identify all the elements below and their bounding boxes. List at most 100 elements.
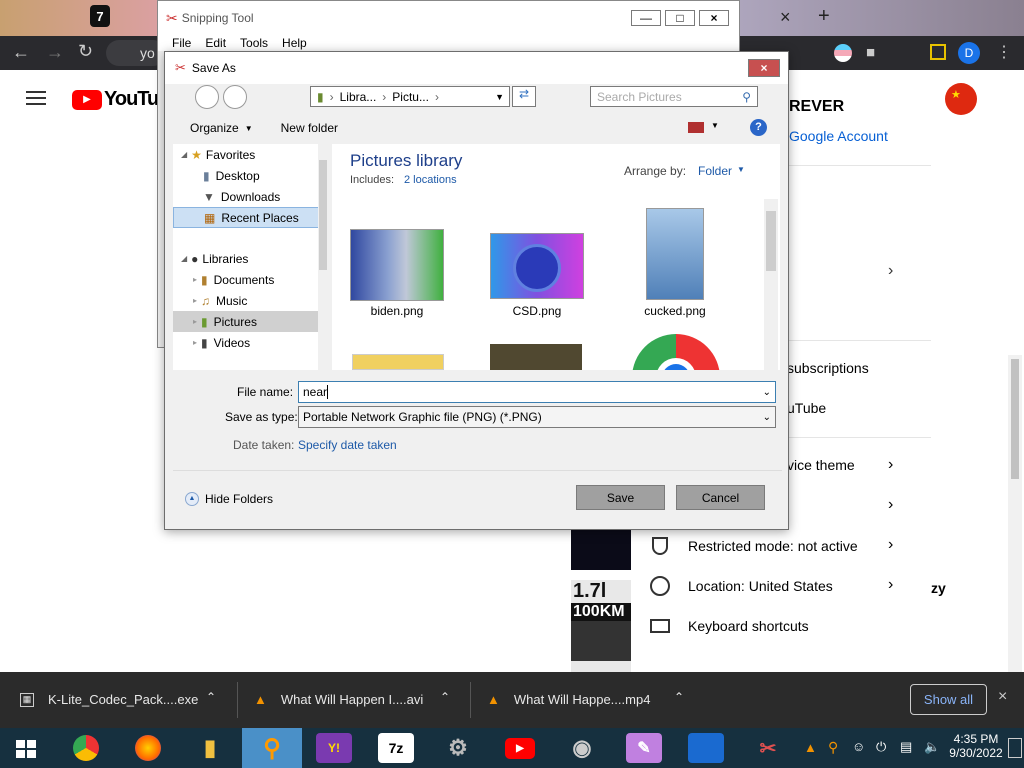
nav-scrollbar[interactable] <box>318 144 328 370</box>
user-avatar[interactable]: ★ <box>945 83 977 115</box>
forward-arrow-icon[interactable]: → <box>46 42 64 63</box>
menu-file[interactable]: File <box>172 36 191 50</box>
clock[interactable]: 4:35 PM 9/30/2022 <box>948 732 1004 760</box>
extensions-puzzle-icon[interactable]: ■ <box>866 44 875 61</box>
snipping-tool-icon[interactable]: ✂ <box>750 733 786 763</box>
video-thumbnail[interactable] <box>571 530 631 570</box>
new-folder-button[interactable]: New folder <box>281 121 338 135</box>
search-taskbar-icon[interactable]: ⚲ <box>242 728 302 768</box>
arrange-by-dropdown[interactable]: Folder <box>698 164 732 178</box>
menu-edit[interactable]: Edit <box>205 36 226 50</box>
volume-icon[interactable]: 🔈 <box>924 739 940 755</box>
extension-flag-icon[interactable] <box>834 44 852 62</box>
file-thumbnail[interactable] <box>352 354 444 370</box>
menu-item-keyboard-shortcuts[interactable]: Keyboard shortcuts <box>688 618 809 634</box>
file-thumbnail-biden[interactable] <box>350 229 444 301</box>
chevron-down-icon[interactable]: ▼ <box>737 165 745 174</box>
breadcrumb-pictures[interactable]: Pictu... <box>392 90 429 104</box>
reload-icon[interactable]: ↻ <box>78 41 93 62</box>
save-type-select[interactable]: Portable Network Graphic file (PNG) (*.P… <box>298 406 776 428</box>
date-taken-link[interactable]: Specify date taken <box>298 438 397 452</box>
menu-tools[interactable]: Tools <box>240 36 268 50</box>
file-name-cucked[interactable]: cucked.png <box>628 304 722 318</box>
file-explorer-icon[interactable]: ▮ <box>192 733 228 763</box>
yahoo-messenger-icon[interactable]: Y! <box>316 733 352 763</box>
menu-item-device-theme[interactable]: vice theme <box>787 457 855 473</box>
forward-button-icon[interactable] <box>223 85 247 109</box>
view-options-icon[interactable] <box>688 122 704 133</box>
windows-start-icon[interactable] <box>16 740 36 758</box>
chevron-right-icon[interactable]: › <box>888 456 893 474</box>
page-scrollbar[interactable] <box>1008 355 1022 675</box>
nav-item-documents[interactable]: ▸ ▮ Documents <box>173 269 327 290</box>
chrome-logo-thumbnail[interactable] <box>632 334 720 370</box>
chevron-up-icon[interactable]: ⌃ <box>674 690 684 704</box>
chevron-right-icon[interactable]: › <box>888 536 893 554</box>
nav-item-downloads[interactable]: ▼ Downloads <box>173 186 327 207</box>
tab-favicon-7[interactable]: 7 <box>90 5 110 27</box>
firefox-taskbar-icon[interactable] <box>130 733 166 763</box>
favorites-header[interactable]: ◢ ★ Favorites <box>173 144 327 165</box>
tab-close-icon[interactable]: × <box>780 7 791 28</box>
menu-item-subscriptions[interactable]: subscriptions <box>787 360 869 376</box>
back-arrow-icon[interactable]: ← <box>12 42 30 63</box>
refresh-icon[interactable]: ⇄ <box>512 86 536 107</box>
video-thumbnail[interactable]: 1.7l 100KM <box>571 580 631 672</box>
phone-app-icon[interactable] <box>688 733 724 763</box>
organize-menu[interactable]: Organize <box>190 121 239 135</box>
network-tray-icon[interactable]: ▤ <box>900 739 912 755</box>
show-all-button[interactable]: Show all <box>910 684 987 715</box>
chrome-taskbar-icon[interactable] <box>68 733 104 763</box>
chevron-right-icon[interactable]: › <box>888 576 893 594</box>
file-thumbnail[interactable] <box>490 344 582 370</box>
google-account-link[interactable]: Google Account <box>789 128 888 144</box>
help-icon[interactable]: ? <box>750 119 767 136</box>
file-name-csd[interactable]: CSD.png <box>490 304 584 318</box>
view-dropdown-icon[interactable]: ▼ <box>711 121 719 130</box>
chevron-right-icon[interactable]: › <box>888 496 893 514</box>
side-panel-icon[interactable] <box>930 44 946 60</box>
youtube-taskbar-icon[interactable]: ▶ <box>502 733 538 763</box>
maximize-button[interactable]: □ <box>665 10 695 26</box>
breadcrumb-libraries[interactable]: Libra... <box>340 90 377 104</box>
file-view-scrollbar[interactable] <box>764 199 778 370</box>
file-thumbnail-cucked[interactable] <box>646 208 704 300</box>
menu-item-youtube[interactable]: uTube <box>787 400 826 416</box>
close-button[interactable]: × <box>699 10 729 26</box>
chevron-down-icon[interactable]: ⌄ <box>763 387 771 398</box>
minimize-button[interactable]: — <box>631 10 661 26</box>
libraries-header[interactable]: ◢ ● Libraries <box>173 248 327 269</box>
nav-back-forward[interactable] <box>195 83 255 109</box>
dialog-close-button[interactable]: × <box>748 59 780 77</box>
cancel-button[interactable]: Cancel <box>676 485 765 510</box>
nav-item-videos[interactable]: ▸ ▮ Videos <box>173 332 327 353</box>
power-tray-icon[interactable]: ⏻ <box>876 739 886 755</box>
close-downloads-icon[interactable]: × <box>998 688 1007 706</box>
menu-help[interactable]: Help <box>282 36 307 50</box>
nav-item-recent-places[interactable]: ▦ Recent Places <box>173 207 327 228</box>
menu-item-restricted-mode[interactable]: Restricted mode: not active <box>688 538 858 554</box>
file-thumbnail-csd[interactable] <box>490 233 584 299</box>
chevron-right-icon[interactable]: › <box>888 262 893 280</box>
nav-item-music[interactable]: ▸ ♫ Music <box>173 290 327 311</box>
7zip-icon[interactable]: 7z <box>378 733 414 763</box>
back-button-icon[interactable] <box>195 85 219 109</box>
hide-folders-button[interactable]: ▲ Hide Folders <box>185 492 273 506</box>
more-menu-icon[interactable]: ⋮ <box>996 42 1012 62</box>
nav-item-pictures[interactable]: ▸ ▮ Pictures <box>173 311 327 332</box>
search-tray-icon[interactable]: ⚲ <box>828 739 838 756</box>
new-tab-button[interactable]: + <box>818 5 830 28</box>
vlc-tray-icon[interactable]: ▲ <box>804 740 817 755</box>
breadcrumb-bar[interactable]: ▮ › Libra... › Pictu... › ▼ <box>310 86 510 107</box>
settings-gear-icon[interactable]: ⚙ <box>440 733 476 763</box>
download-item[interactable]: ▲ What Will Happe....mp4 <box>487 692 650 707</box>
paint-app-icon[interactable]: ✎ <box>626 733 662 763</box>
smiley-tray-icon[interactable]: ☺ <box>852 739 865 754</box>
notification-icon[interactable] <box>1008 738 1022 758</box>
search-input[interactable]: Search Pictures ⚲ <box>590 86 758 107</box>
save-button[interactable]: Save <box>576 485 665 510</box>
includes-locations-link[interactable]: 2 locations <box>404 174 457 186</box>
breadcrumb-dropdown-icon[interactable]: ▼ <box>495 92 504 102</box>
hamburger-menu-icon[interactable] <box>26 91 46 105</box>
nav-item-desktop[interactable]: ▮ Desktop <box>173 165 327 186</box>
